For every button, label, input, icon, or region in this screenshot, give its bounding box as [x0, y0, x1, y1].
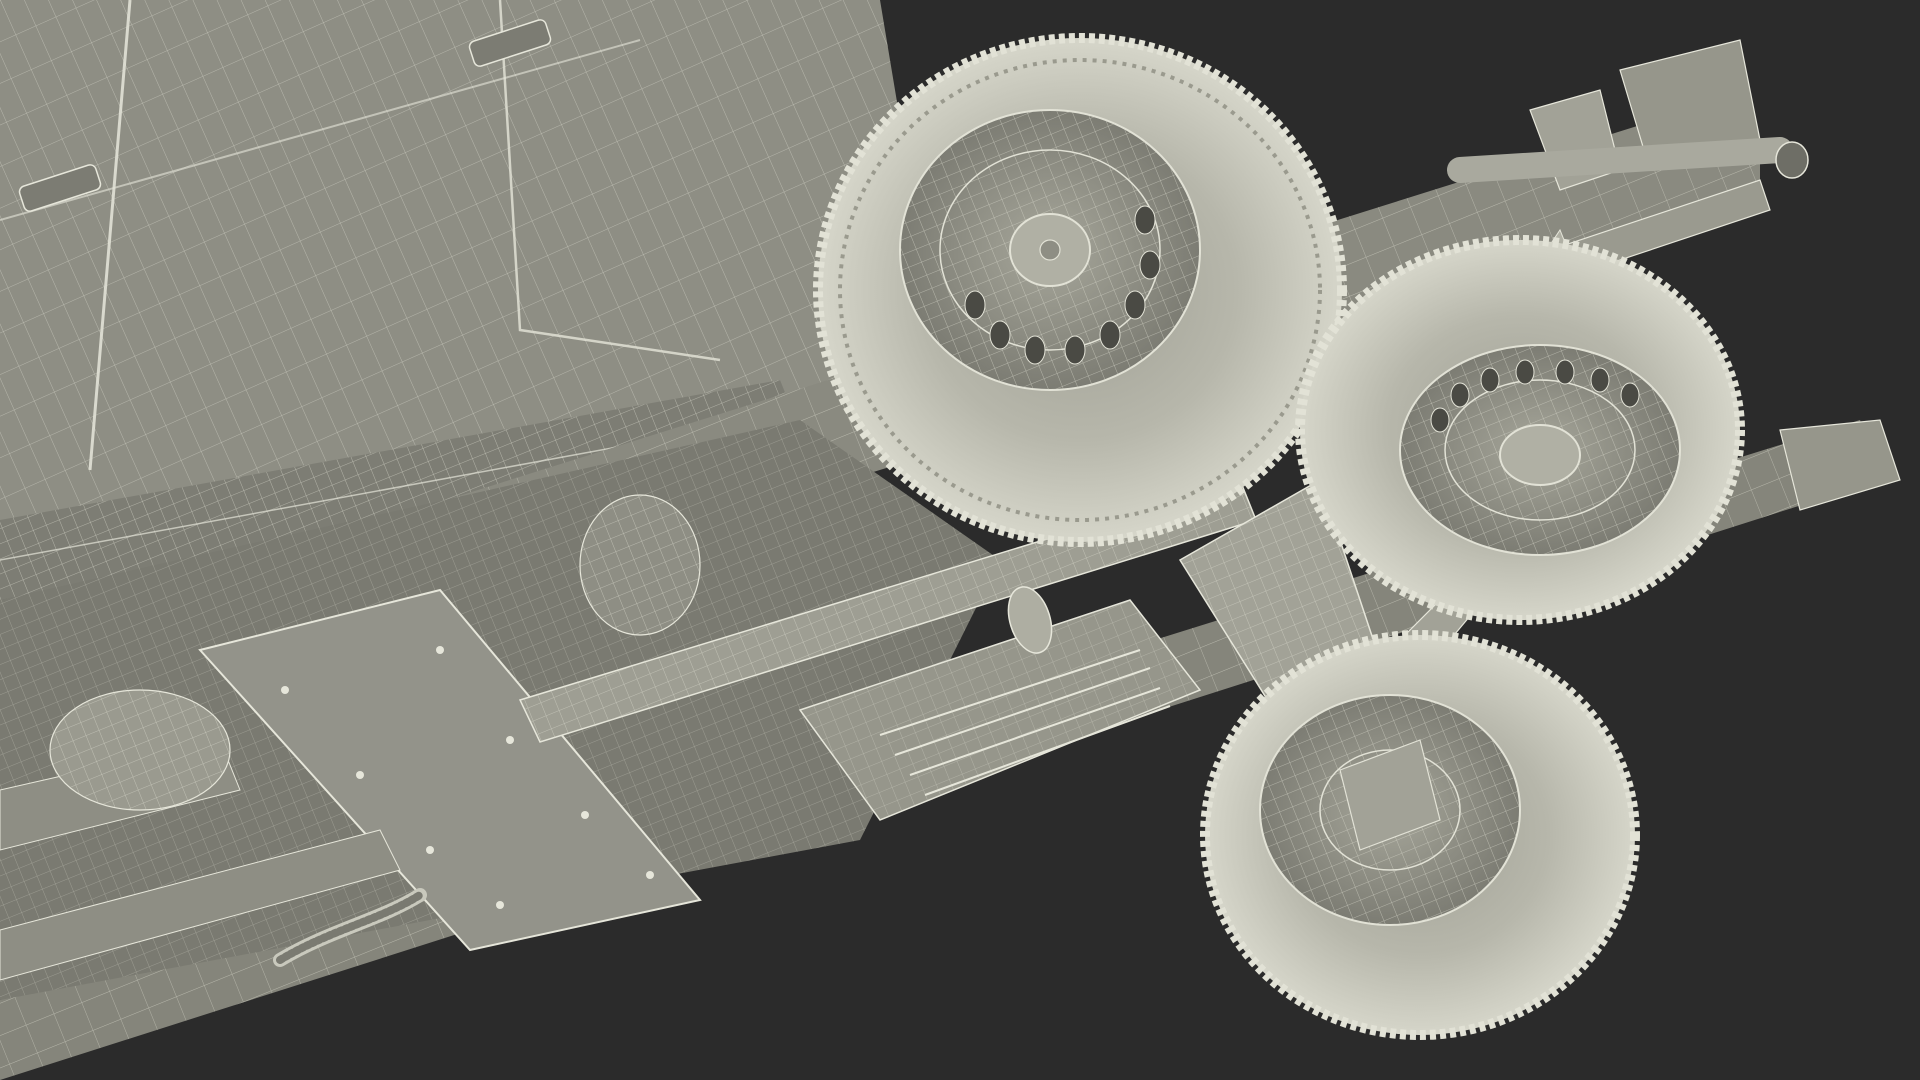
wheel-icon [813, 33, 1347, 547]
wheel-icon [1200, 630, 1640, 1040]
wireframe-render [0, 0, 1901, 1080]
wheel-icon [1295, 235, 1745, 625]
render-viewport [0, 0, 1920, 1080]
